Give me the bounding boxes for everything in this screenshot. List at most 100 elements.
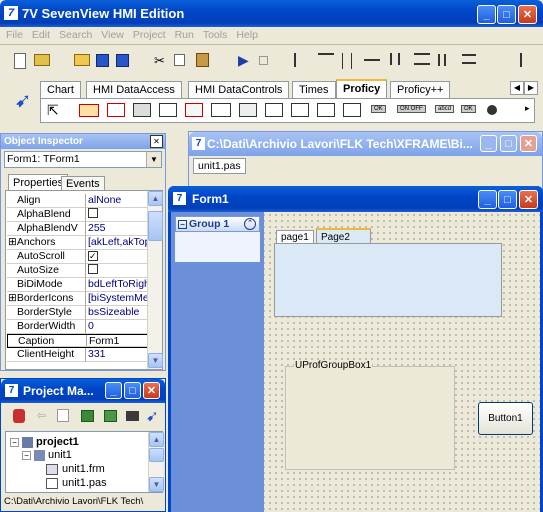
tab-page2[interactable]: Page2 xyxy=(316,228,371,244)
copy-icon[interactable] xyxy=(174,54,185,66)
tab-hmi-dataaccess[interactable]: HMI DataAccess xyxy=(86,81,182,98)
palette-comp-3-icon[interactable] xyxy=(133,103,151,117)
prop-row-borderstyle[interactable]: BorderStyle bsSizeable xyxy=(7,306,159,320)
form1-maximize-button[interactable]: □ xyxy=(498,190,517,209)
project-open-icon[interactable] xyxy=(81,410,94,422)
autosize-checkbox[interactable] xyxy=(88,264,98,274)
palette-comp-11-icon[interactable] xyxy=(343,103,361,117)
project-new-icon[interactable] xyxy=(57,409,69,422)
minimize-button[interactable]: _ xyxy=(477,5,496,24)
inspector-object-select[interactable]: Form1: TForm1 ▼ xyxy=(4,151,162,168)
palette-knob-icon[interactable] xyxy=(487,105,497,115)
menu-tools[interactable]: Tools xyxy=(203,29,228,41)
palette-comp-5-icon[interactable] xyxy=(185,103,203,117)
prop-row-caption[interactable]: Caption Form1 xyxy=(7,334,159,348)
tab-page1[interactable]: page1 xyxy=(276,230,314,244)
editor-close-button[interactable]: ✕ xyxy=(520,135,537,152)
editor-maximize-button[interactable]: □ xyxy=(500,135,517,152)
align-right-icon[interactable] xyxy=(506,53,522,67)
equal-width-icon[interactable] xyxy=(438,54,446,66)
autoscroll-checkbox[interactable]: ✓ xyxy=(88,251,98,261)
prop-row-autosize[interactable]: AutoSize xyxy=(7,264,159,278)
palette-arrow-icon[interactable]: ➹ xyxy=(6,83,40,123)
align-middle-icon[interactable] xyxy=(364,59,380,61)
tree-item-unit1[interactable]: − unit1 xyxy=(22,449,72,461)
chevron-up-icon[interactable]: ⌃ xyxy=(244,218,256,230)
cut-icon[interactable]: ✂ xyxy=(154,53,170,69)
palette-comp-6-icon[interactable] xyxy=(211,103,231,117)
maximize-button[interactable]: □ xyxy=(497,5,516,24)
palette-comp-2-icon[interactable] xyxy=(107,103,125,117)
menu-run[interactable]: Run xyxy=(175,29,194,41)
palette-ok-icon[interactable]: OK xyxy=(371,105,386,113)
palette-comp-9-icon[interactable] xyxy=(291,103,309,117)
form1-close-button[interactable]: ✕ xyxy=(519,190,538,209)
tab-chart[interactable]: Chart xyxy=(40,81,81,98)
palette-comp-1-icon[interactable] xyxy=(79,104,99,117)
tab-scroll-right-button[interactable]: ▶ xyxy=(524,81,538,95)
button1[interactable]: Button1 xyxy=(478,402,533,435)
prop-row-autoscroll[interactable]: AutoScroll ✓ xyxy=(7,250,159,264)
stop-icon[interactable] xyxy=(259,56,268,65)
new-file-icon[interactable] xyxy=(14,53,26,69)
close-button[interactable]: ✕ xyxy=(518,5,537,24)
project-tree-scrollbar[interactable]: ▲ ▼ xyxy=(148,432,164,492)
run-icon[interactable]: ▶ xyxy=(238,52,254,68)
tab-properties[interactable]: Properties xyxy=(8,174,69,191)
alphablend-checkbox[interactable] xyxy=(88,208,98,218)
tree-item-unit1-frm[interactable]: unit1.frm xyxy=(46,463,105,475)
palette-comp-8-icon[interactable] xyxy=(265,103,283,117)
palette-comp-4-icon[interactable] xyxy=(159,103,177,117)
open-folder-icon[interactable] xyxy=(74,54,90,66)
prop-row-alphablend[interactable]: AlphaBlend xyxy=(7,208,159,222)
tab-times[interactable]: Times xyxy=(292,81,336,98)
prop-row-clientheight[interactable]: ClientHeight 331 xyxy=(7,348,159,362)
menu-file[interactable]: File xyxy=(6,29,23,41)
form1-minimize-button[interactable]: _ xyxy=(478,190,497,209)
project-run-icon[interactable]: ➹ xyxy=(146,407,162,425)
palette-comp-10-icon[interactable] xyxy=(317,103,335,117)
palette-abcd-icon[interactable]: abcd xyxy=(435,105,455,113)
inspector-scrollbar[interactable]: ▲ ▼ xyxy=(147,191,163,369)
prop-row-borderwidth[interactable]: BorderWidth 0 xyxy=(7,320,159,334)
project-tree-icon[interactable] xyxy=(104,410,117,422)
tab-events[interactable]: Events xyxy=(61,176,105,191)
save-all-icon[interactable] xyxy=(116,54,129,67)
prop-row-align[interactable]: Align alNone xyxy=(7,194,159,208)
open-file-icon[interactable] xyxy=(34,54,50,66)
align-left-icon[interactable] xyxy=(294,53,310,67)
align-top-icon[interactable] xyxy=(318,53,334,65)
save-icon[interactable] xyxy=(96,54,109,67)
palette-comp-7-icon[interactable] xyxy=(239,103,257,117)
tab-unit1-pas[interactable]: unit1.pas xyxy=(193,158,246,174)
project-minimize-button[interactable]: _ xyxy=(105,382,122,399)
tab-proficy-plus[interactable]: Proficy++ xyxy=(390,81,451,98)
project-add-icon[interactable] xyxy=(13,409,25,423)
menu-help[interactable]: Help xyxy=(236,29,258,41)
editor-minimize-button[interactable]: _ xyxy=(480,135,497,152)
equal-height-icon[interactable] xyxy=(462,54,476,64)
tab-hmi-datacontrols[interactable]: HMI DataControls xyxy=(188,81,290,98)
space-horizontal-icon[interactable] xyxy=(390,53,400,65)
space-vertical-icon[interactable] xyxy=(414,53,430,65)
project-close-button[interactable]: ✕ xyxy=(143,382,160,399)
project-back-icon[interactable]: ⇦ xyxy=(37,409,53,425)
palette-more-icon[interactable]: ▸ xyxy=(525,103,530,114)
menu-project[interactable]: Project xyxy=(133,29,166,41)
pointer-icon[interactable]: ⇱ xyxy=(47,102,59,119)
center-horizontal-icon[interactable] xyxy=(342,53,352,69)
prop-row-bidimode[interactable]: BiDiMode bdLeftToRight xyxy=(7,278,159,292)
tree-item-unit1-pas[interactable]: unit1.pas xyxy=(46,477,107,489)
navbar-group-header[interactable]: − Group 1 ⌃ xyxy=(175,216,260,232)
tree-item-project1[interactable]: − project1 xyxy=(10,436,79,448)
menu-search[interactable]: Search xyxy=(59,29,92,41)
project-folder-icon[interactable] xyxy=(126,411,139,421)
tab-scroll-left-button[interactable]: ◀ xyxy=(510,81,524,95)
prop-row-anchors[interactable]: ⊞Anchors [akLeft,akTop xyxy=(7,236,159,250)
project-maximize-button[interactable]: □ xyxy=(124,382,141,399)
prop-row-bordericons[interactable]: ⊞BorderIcons [biSystemMen xyxy=(7,292,159,306)
tab-proficy[interactable]: Proficy xyxy=(336,79,388,98)
palette-ok2-icon[interactable]: OK xyxy=(461,105,476,113)
menu-view[interactable]: View xyxy=(101,29,124,41)
inspector-close-button[interactable]: ✕ xyxy=(150,135,163,148)
